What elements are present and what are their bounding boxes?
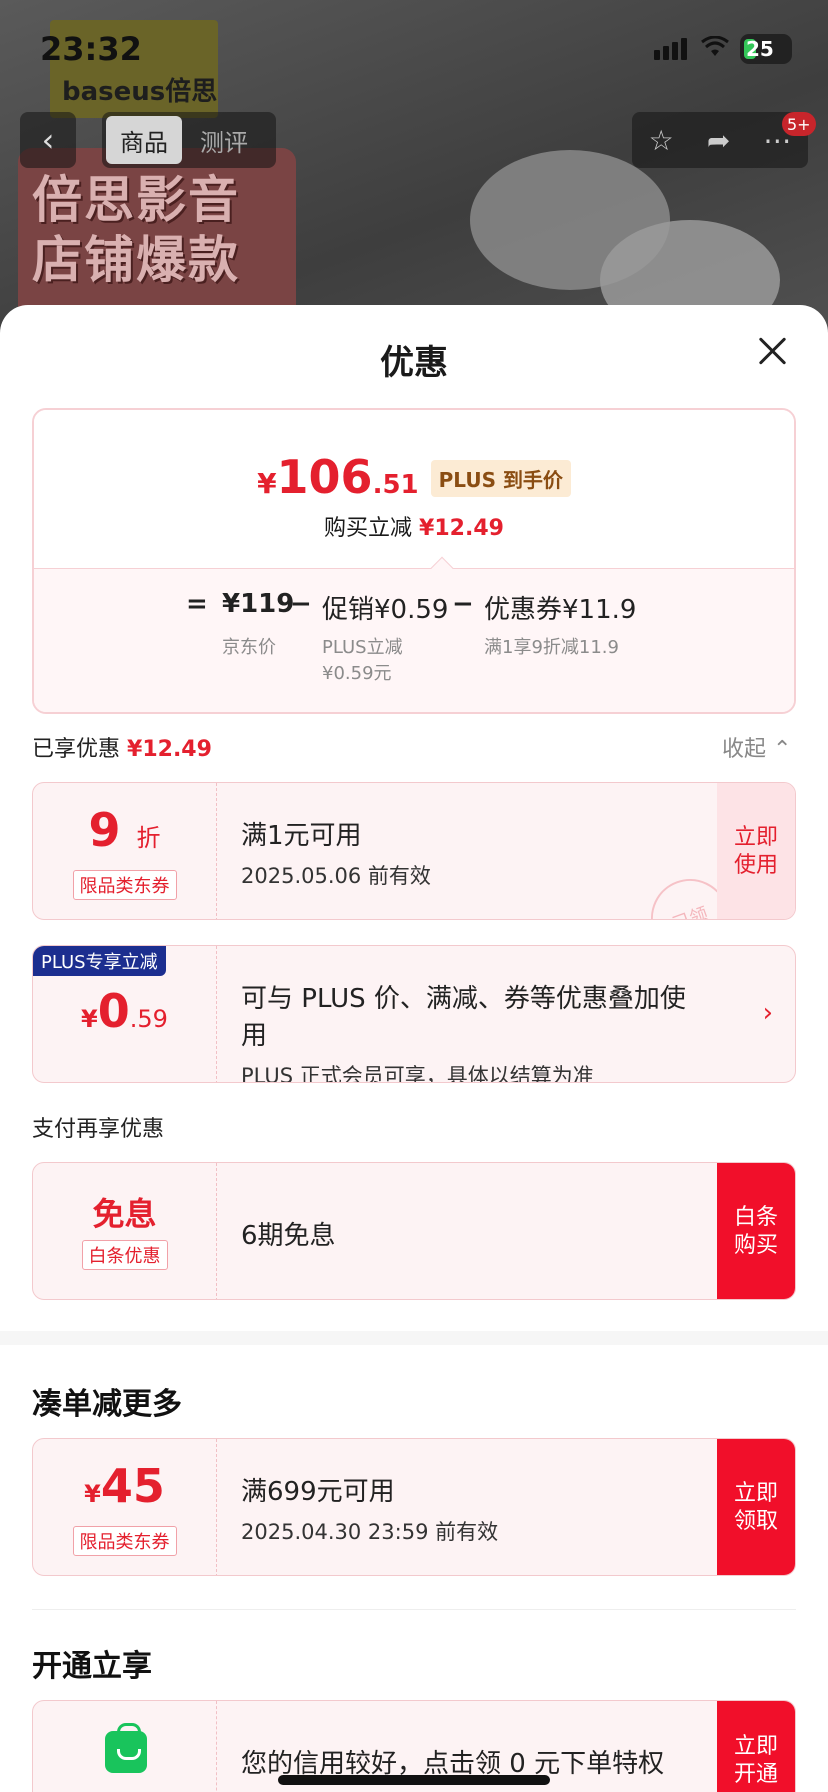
back-button[interactable]: ‹ <box>20 112 76 168</box>
section-divider <box>0 1331 828 1345</box>
plus-desc: 可与 PLUS 价、满减、券等优惠叠加使用 <box>241 984 686 1051</box>
promo-line-1: 倍思影音 <box>32 171 240 229</box>
tab-review[interactable]: 测评 <box>186 116 262 164</box>
baitiao-tag: 白条优惠 <box>81 1240 168 1270</box>
coupon-currency: ¥ <box>84 1480 101 1508</box>
signal-icon <box>654 38 687 60</box>
share-icon[interactable]: ➦ <box>707 124 730 157</box>
promo-line-2: 店铺爆款 <box>32 231 240 289</box>
collapse-toggle[interactable]: 收起 ⌃ <box>722 731 791 763</box>
price-currency: ¥ <box>257 467 277 500</box>
divider <box>32 1609 796 1610</box>
plus-amount-dec: .59 <box>129 1005 168 1033</box>
message-badge: 5+ <box>782 112 816 136</box>
saving-amount: ¥12.49 <box>419 516 504 541</box>
price-decimal: .51 <box>372 470 419 500</box>
enjoyed-amount: ¥12.49 <box>127 737 212 762</box>
plus-currency: ¥ <box>81 1005 98 1033</box>
page-tabs: 商品 测评 <box>102 112 276 168</box>
plus-discount-card[interactable]: PLUS专享立减 ¥0.59 可与 PLUS 价、满减、券等优惠叠加使用 PLU… <box>32 945 796 1083</box>
coupon-condition: 满1享9折减11.9 <box>484 637 619 658</box>
pay-section-label: 支付再享优惠 <box>32 1117 165 1142</box>
coupon-amount: 优惠券¥11.9 <box>484 595 637 625</box>
chevron-up-icon: ⌃ <box>773 737 792 762</box>
coupon-tag: 限品类东券 <box>72 870 177 900</box>
price-summary-card: ¥ 106 .51 PLUS 到手价 购买立减 ¥12.49 = ¥119 京东… <box>32 408 796 714</box>
coupon-discount-9: 9 折 限品类东券 满1元可用 2025.05.06 前有效 已领 立即使用 <box>32 782 796 920</box>
star-icon[interactable]: ☆ <box>649 124 674 157</box>
claim-now-button[interactable]: 立即领取 <box>717 1439 795 1575</box>
installment-text: 6期免息 <box>241 1221 336 1251</box>
promo-banner: 倍思影音 店铺爆款 <box>18 148 296 330</box>
price-integer: 106 <box>276 450 373 504</box>
coupon-condition: 满1元可用 <box>241 821 362 851</box>
coupon-45: ¥45 限品类东券 满699元可用 2025.04.30 23:59 前有效 立… <box>32 1438 796 1576</box>
minus-sign-1: − <box>290 589 312 619</box>
wifi-icon <box>701 36 729 56</box>
enjoyed-discount: 已享优惠 ¥12.49 <box>32 731 212 763</box>
chevron-left-icon: ‹ <box>41 121 55 159</box>
more-section-title: 凑单减更多 <box>32 1387 182 1422</box>
final-price: ¥ 106 .51 PLUS 到手价 <box>34 450 794 504</box>
coupon-condition: 满699元可用 <box>241 1477 395 1507</box>
status-time: 23:32 <box>40 30 142 68</box>
instant-saving: 购买立减 ¥12.49 <box>34 510 794 542</box>
close-icon[interactable] <box>756 335 788 367</box>
status-bar: 23:32 25 <box>0 0 828 100</box>
chevron-right-icon: › <box>762 998 773 1028</box>
equals-sign: = <box>186 589 208 619</box>
home-indicator[interactable] <box>278 1775 550 1785</box>
interest-free: 免息 <box>92 1195 157 1233</box>
collapse-label: 收起 <box>722 737 767 762</box>
promo-sub-2: ¥0.59元 <box>322 663 392 684</box>
price-breakdown: = ¥119 京东价 − 促销¥0.59 PLUS立减 ¥0.59元 − 优惠券… <box>34 556 794 712</box>
battery-level: 25 <box>746 37 774 61</box>
baitiao-card: 免息 白条优惠 6期免息 白条购买 <box>32 1162 796 1300</box>
sheet-title: 优惠 <box>380 343 448 383</box>
tab-product[interactable]: 商品 <box>106 116 182 164</box>
enjoyed-label: 已享优惠 <box>32 737 121 762</box>
open-now-button[interactable]: 立即开通 <box>717 1701 795 1792</box>
coupon-expiry: 2025.04.30 23:59 前有效 <box>241 1520 499 1544</box>
coupon-tag: 限品类东券 <box>72 1526 177 1556</box>
coupon-expiry: 2025.05.06 前有效 <box>241 864 431 888</box>
minus-sign-2: − <box>452 589 474 619</box>
plus-price-tag: PLUS 到手价 <box>430 460 571 497</box>
jd-price: ¥119 <box>222 589 295 619</box>
promo-sub-1: PLUS立减 <box>322 637 403 658</box>
open-section-title: 开通立享 <box>32 1649 152 1684</box>
saving-label: 购买立减 <box>324 516 413 541</box>
promo-amount: 促销¥0.59 <box>322 595 449 625</box>
baitiao-buy-button[interactable]: 白条购买 <box>717 1163 795 1299</box>
plus-amount-int: 0 <box>97 984 130 1038</box>
use-now-button[interactable]: 立即使用 <box>717 783 795 919</box>
discount-sheet: 优惠 ¥ 106 .51 PLUS 到手价 购买立减 ¥12.49 = ¥119… <box>0 305 828 1792</box>
coupon-rate-unit: 折 <box>136 824 161 852</box>
coupon-value: 45 <box>100 1459 165 1513</box>
shopping-bag-icon <box>105 1723 147 1773</box>
coupon-rate: 9 <box>88 803 121 857</box>
jd-price-label: 京东价 <box>222 637 276 658</box>
plus-note: PLUS 正式会员可享，具体以结算为准 <box>241 1064 594 1083</box>
battery-icon: 25 <box>740 34 792 64</box>
